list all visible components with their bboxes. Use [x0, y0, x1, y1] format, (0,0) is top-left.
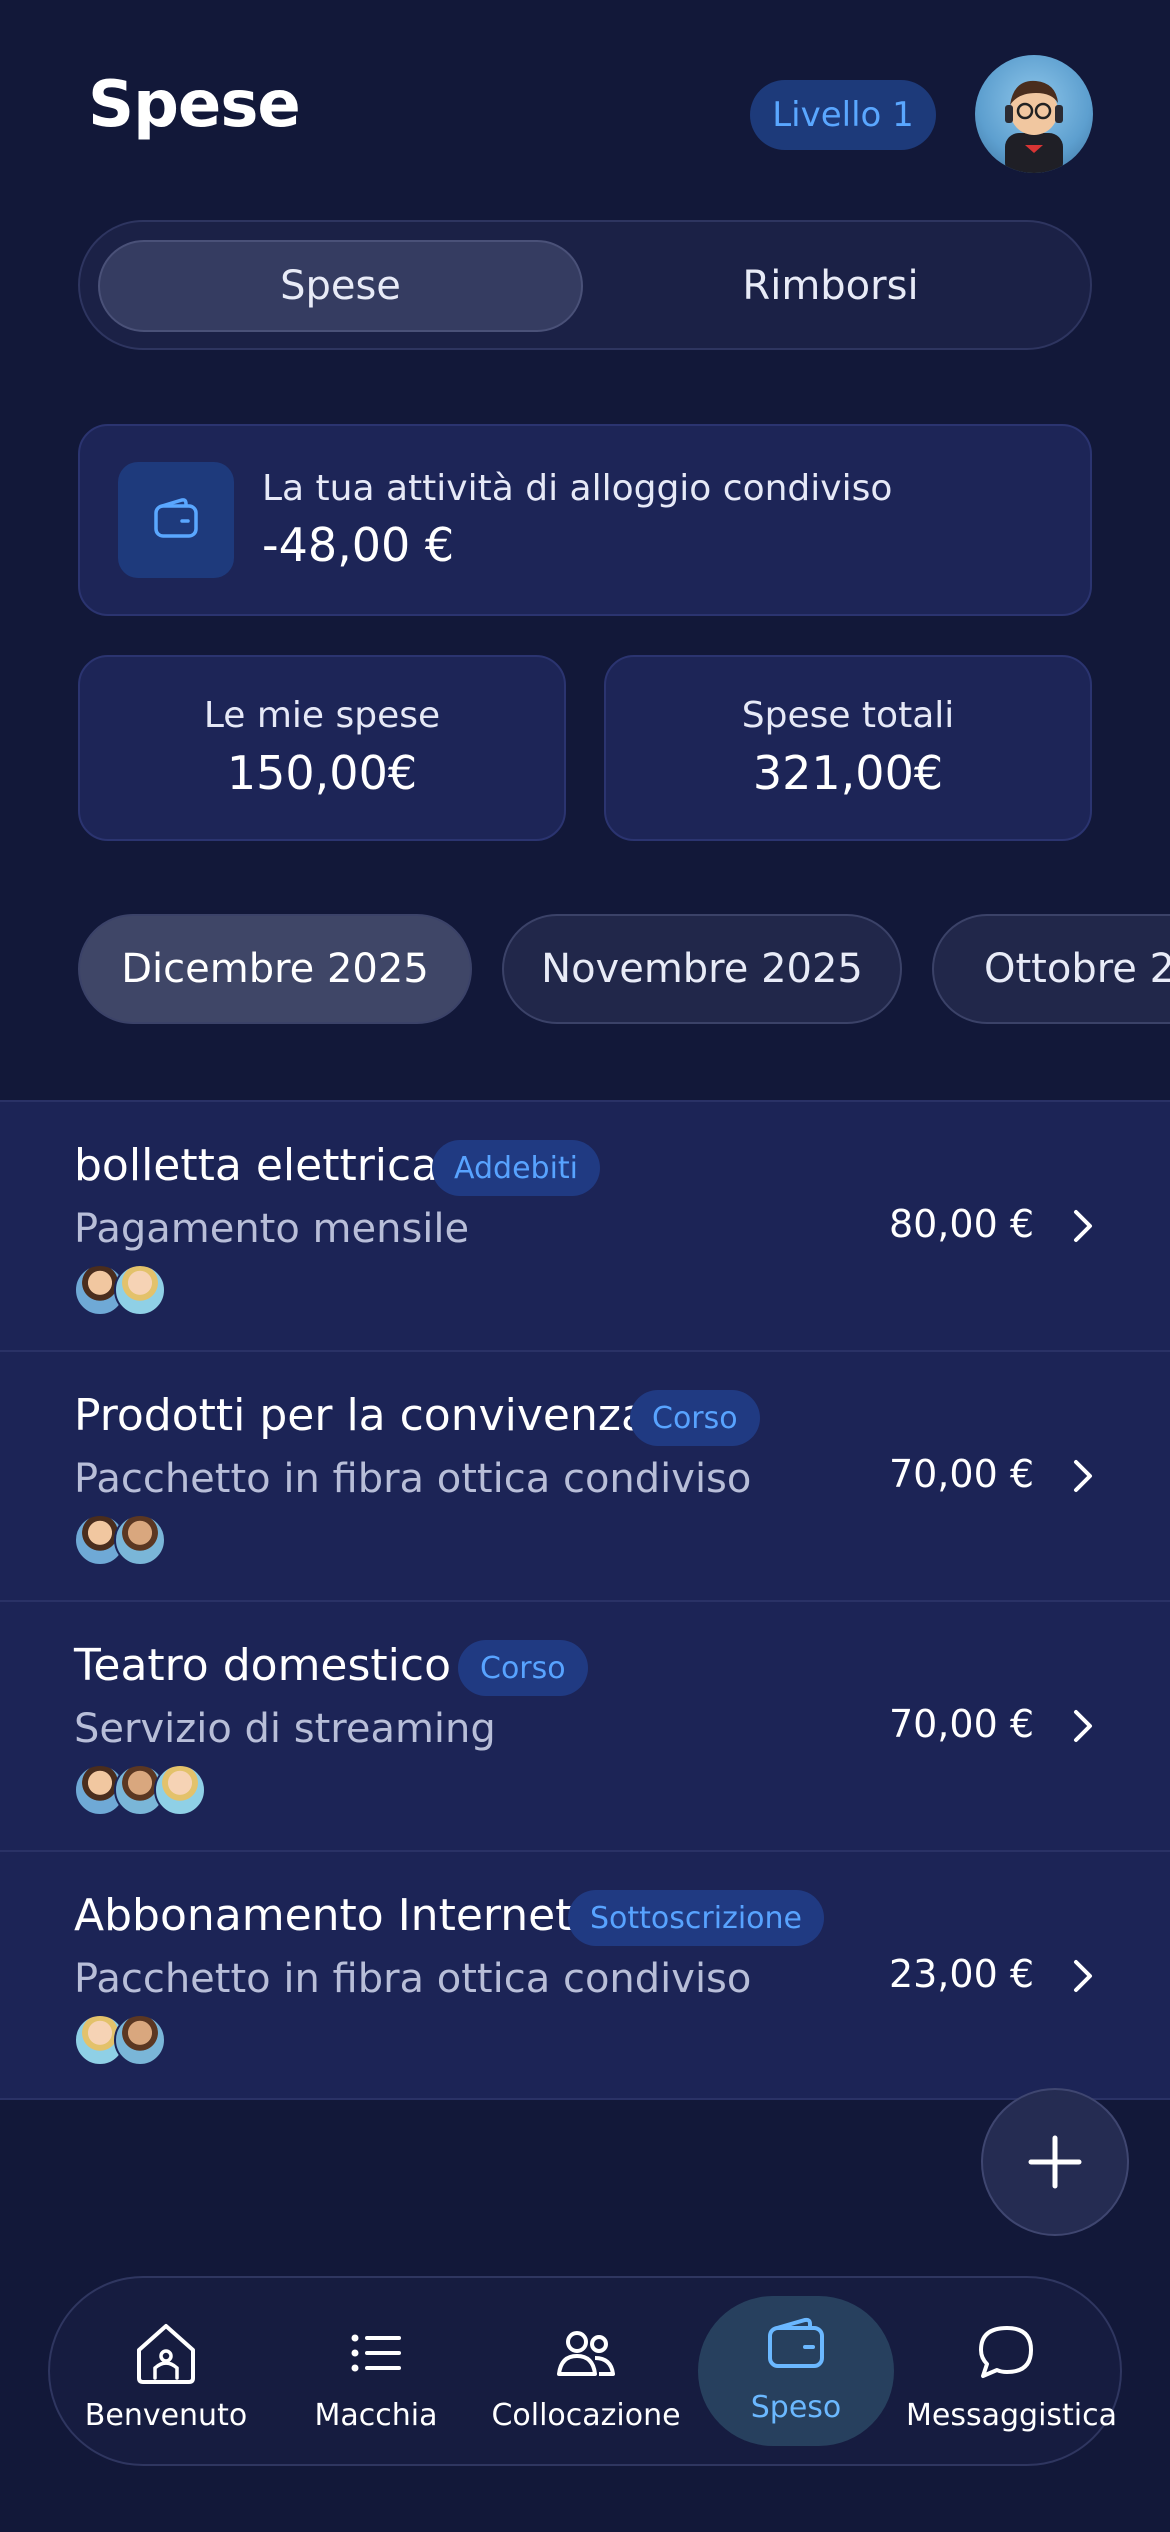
- my-expenses-card: Le mie spese 150,00€: [78, 655, 566, 841]
- nav-label-expenses: Speso: [750, 2390, 842, 2425]
- tab-expenses[interactable]: Spese: [98, 240, 583, 332]
- month-filter-row: Dicembre 2025 Novembre 2025 Ottobre 2025: [0, 914, 1170, 1026]
- month-chip-december[interactable]: Dicembre 2025: [78, 914, 472, 1024]
- level-badge[interactable]: Livello 1: [750, 80, 936, 150]
- participant-avatars: [74, 1514, 166, 1566]
- chevron-right-icon: [1074, 1960, 1092, 1992]
- page-title: Spese: [88, 68, 301, 142]
- nav-label-messages: Messaggistica: [906, 2398, 1118, 2433]
- nav-item-messages[interactable]: Messaggistica: [906, 2278, 1118, 2468]
- avatar-boy-icon: [1005, 80, 1063, 173]
- expense-amount: 70,00 €: [888, 1702, 1034, 1746]
- list-icon: [351, 2334, 401, 2372]
- month-chip-november[interactable]: Novembre 2025: [502, 914, 902, 1024]
- summary-value: -48,00 €: [262, 518, 455, 572]
- expense-amount: 80,00 €: [888, 1202, 1034, 1246]
- tab-refunds[interactable]: Rimborsi: [588, 240, 1073, 332]
- avatar-blonde: [154, 1764, 206, 1816]
- expense-row[interactable]: bolletta elettrica Addebiti Pagamento me…: [0, 1100, 1170, 1350]
- profile-avatar[interactable]: [975, 55, 1093, 173]
- my-expenses-value: 150,00€: [226, 746, 418, 800]
- nav-item-housing[interactable]: Collocazione: [486, 2278, 686, 2468]
- expense-row[interactable]: Teatro domestico Corso Servizio di strea…: [0, 1600, 1170, 1850]
- expense-tag: Addebiti: [432, 1140, 601, 1196]
- nav-label-home: Benvenuto: [84, 2398, 248, 2433]
- wallet-icon: [118, 462, 234, 578]
- expense-tag: Corso: [630, 1390, 760, 1446]
- participant-avatars: [74, 1764, 206, 1816]
- total-expenses-value: 321,00€: [752, 746, 944, 800]
- expense-subtitle: Pacchetto in fibra ottica condiviso: [74, 1956, 752, 2002]
- month-chip-october[interactable]: Ottobre 2025: [932, 914, 1170, 1024]
- add-expense-button[interactable]: [981, 2088, 1129, 2236]
- expenses-refunds-toggle: Spese Rimborsi: [78, 220, 1092, 350]
- avatar-brunette: [114, 2014, 166, 2066]
- nav-item-home[interactable]: Benvenuto: [66, 2278, 266, 2468]
- expense-title: bolletta elettrica: [74, 1140, 439, 1191]
- expense-amount: 23,00 €: [888, 1952, 1034, 1996]
- my-expenses-label: Le mie spese: [203, 695, 441, 736]
- home-icon: [137, 2324, 195, 2384]
- nav-label-tasks: Macchia: [314, 2398, 438, 2433]
- chevron-right-icon: [1074, 1710, 1092, 1742]
- avatar-brunette: [114, 1514, 166, 1566]
- chevron-right-icon: [1074, 1460, 1092, 1492]
- nav-item-tasks[interactable]: Macchia: [276, 2278, 476, 2468]
- expense-title: Abbonamento Internet: [74, 1890, 573, 1941]
- nav-label-housing: Collocazione: [491, 2398, 681, 2433]
- expenses-screen: Spese Livello 1 Spese Rimborsi La tua at…: [0, 0, 1170, 2532]
- expense-subtitle: Pagamento mensile: [74, 1206, 470, 1252]
- total-expenses-card: Spese totali 321,00€: [604, 655, 1092, 841]
- header: Spese Livello 1: [0, 0, 1170, 210]
- bottom-nav: Benvenuto Macchia Collocazione Speso Mes…: [48, 2276, 1122, 2466]
- summary-label: La tua attività di alloggio condiviso: [262, 468, 893, 509]
- people-icon: [557, 2331, 615, 2376]
- wallet-icon: [768, 2317, 824, 2368]
- total-expenses-label: Spese totali: [741, 695, 955, 736]
- expense-tag: Corso: [458, 1640, 588, 1696]
- chevron-right-icon: [1074, 1210, 1092, 1242]
- expense-row[interactable]: Prodotti per la convivenza Corso Pacchet…: [0, 1350, 1170, 1600]
- participant-avatars: [74, 2014, 166, 2066]
- shared-housing-summary-card: La tua attività di alloggio condiviso -4…: [78, 424, 1092, 616]
- expense-subtitle: Pacchetto in fibra ottica condiviso: [74, 1456, 752, 1502]
- participant-avatars: [74, 1264, 166, 1316]
- expense-tag: Sottoscrizione: [568, 1890, 824, 1946]
- nav-item-expenses[interactable]: Speso: [696, 2278, 896, 2468]
- expense-subtitle: Servizio di streaming: [74, 1706, 496, 1752]
- plus-icon: [1028, 2135, 1082, 2189]
- expense-amount: 70,00 €: [888, 1452, 1034, 1496]
- expense-title: Prodotti per la convivenza: [74, 1390, 648, 1441]
- chat-icon: [979, 2326, 1033, 2378]
- expense-row[interactable]: Abbonamento Internet Sottoscrizione Pacc…: [0, 1850, 1170, 2100]
- expense-title: Teatro domestico: [74, 1640, 452, 1691]
- avatar-blonde: [114, 1264, 166, 1316]
- expense-list: bolletta elettrica Addebiti Pagamento me…: [0, 1100, 1170, 2100]
